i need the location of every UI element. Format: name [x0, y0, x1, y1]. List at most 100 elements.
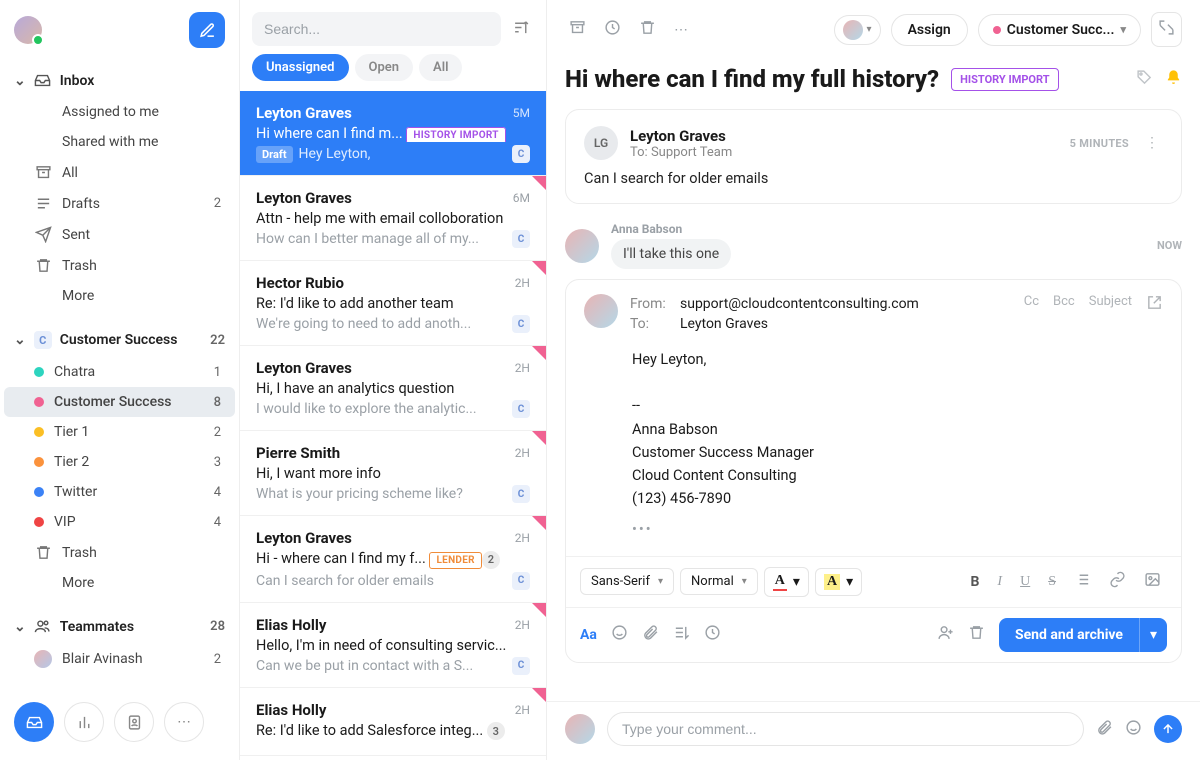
conversation-time: 2H [515, 446, 530, 460]
conversation-subject: Hi - where can I find my f... LENDER2 [256, 550, 530, 569]
schedule-icon[interactable] [704, 624, 721, 645]
trash-icon[interactable] [635, 15, 660, 44]
snooze-icon[interactable] [600, 15, 625, 44]
expand-button[interactable] [1151, 12, 1182, 47]
nav-item-label: Drafts [62, 196, 100, 212]
footer-contacts-button[interactable] [114, 702, 154, 742]
filter-tab[interactable]: Unassigned [252, 54, 349, 81]
search-input[interactable] [252, 12, 501, 46]
highlight-color-picker[interactable]: A▾ [815, 568, 862, 596]
tag-icon[interactable] [1136, 69, 1153, 90]
link-icon[interactable] [1103, 567, 1132, 596]
message-menu-icon[interactable]: ⋮ [1141, 135, 1163, 151]
conversation-sender: Leyton Graves [256, 189, 352, 207]
nav-item[interactable]: Trash [4, 250, 235, 281]
send-and-archive-button[interactable]: Send and archive ▾ [999, 618, 1167, 652]
nav-item[interactable]: All [4, 157, 235, 188]
conversation-item[interactable]: Pierre Smith2H Hi, I want more info What… [240, 431, 546, 516]
nav-item[interactable]: Shared with me [4, 127, 235, 157]
subject-button[interactable]: Subject [1089, 294, 1132, 309]
footer-inbox-button[interactable] [14, 702, 54, 742]
detail-panel: ⋯ ▾ Assign Customer Succ... ▾ Hi where c… [547, 0, 1200, 760]
conversation-time: 2H [515, 276, 530, 290]
nav-header[interactable]: ⌄ Inbox [0, 64, 239, 97]
popout-icon[interactable] [1146, 294, 1163, 315]
compose-to[interactable]: Leyton Graves [680, 316, 768, 332]
archive-icon[interactable] [565, 15, 590, 44]
compose-body[interactable]: Hey Leyton, -- Anna Babson Customer Succ… [566, 340, 1181, 556]
nav-item[interactable]: Drafts 2 [4, 188, 235, 219]
tag-picker[interactable]: Customer Succ... ▾ [978, 14, 1141, 46]
underline-icon[interactable]: U [1014, 570, 1036, 594]
comment-input[interactable] [607, 712, 1084, 746]
attachment-icon[interactable] [642, 624, 659, 645]
filter-tab[interactable]: All [419, 54, 462, 81]
font-weight-select[interactable]: Normal▾ [680, 568, 758, 595]
nav-item[interactable]: Twitter4 [4, 477, 235, 507]
conversation-time: 2H [515, 531, 530, 545]
discard-icon[interactable] [968, 624, 985, 645]
message-body: Can I search for older emails [584, 170, 1163, 187]
image-icon[interactable] [1138, 567, 1167, 596]
archive-icon [34, 164, 52, 181]
nav-item[interactable]: More [4, 281, 235, 311]
nav-item[interactable]: Assigned to me [4, 97, 235, 127]
nav-item[interactable]: More [4, 568, 235, 598]
comment-bar [547, 701, 1200, 760]
nav-item[interactable]: Sent [4, 219, 235, 250]
nav-item[interactable]: VIP4 [4, 507, 235, 537]
message-card: LG Leyton Graves To: Support Team 5 MINU… [565, 109, 1182, 204]
conversation-item[interactable]: Elias Holly2H Hello, I'm in need of cons… [240, 603, 546, 688]
footer-more-button[interactable]: ⋯ [164, 702, 204, 742]
nav-item[interactable]: Trash [4, 537, 235, 568]
note-avatar [565, 229, 599, 263]
cc-button[interactable]: Cc [1024, 294, 1039, 309]
nav-item[interactable]: Tier 23 [4, 447, 235, 477]
italic-icon[interactable]: I [991, 570, 1008, 594]
conversation-item[interactable]: Leyton Graves6M Attn - help me with emai… [240, 176, 546, 261]
bold-icon[interactable]: B [964, 570, 985, 594]
conversation-item[interactable]: Hector Rubio2H Re: I'd like to add anoth… [240, 261, 546, 346]
formatting-toggle-icon[interactable]: Aa [580, 627, 597, 643]
strikethrough-icon[interactable]: S [1042, 570, 1062, 594]
footer-analytics-button[interactable] [64, 702, 104, 742]
nav-header[interactable]: ⌄ C Customer Success 22 [0, 323, 239, 357]
chevron-down-icon: ⌄ [14, 619, 26, 635]
conversation-item[interactable]: Leyton Graves5M Hi where can I find m...… [240, 91, 546, 176]
add-person-icon[interactable] [937, 624, 954, 645]
emoji-icon[interactable] [1125, 719, 1142, 740]
nav-item-label: Blair Avinash [62, 651, 143, 667]
conversation-sender: Leyton Graves [256, 359, 352, 377]
nav-item-label: Tier 1 [54, 424, 89, 440]
quoted-toggle[interactable]: ••• [632, 518, 1115, 541]
message-to: Support Team [651, 145, 732, 160]
nav-header[interactable]: ⌄ Teammates 28 [0, 610, 239, 643]
comment-send-button[interactable] [1154, 715, 1182, 743]
conversation-item[interactable]: Leyton Graves2H Hi, I have an analytics … [240, 346, 546, 431]
user-avatar[interactable] [14, 16, 42, 44]
font-family-select[interactable]: Sans-Serif▾ [580, 568, 674, 595]
compose-button[interactable] [189, 12, 225, 48]
assign-button[interactable]: Assign [891, 14, 968, 46]
nav-item[interactable]: Customer Success8 [4, 387, 235, 417]
more-icon[interactable]: ⋯ [670, 18, 692, 42]
bell-icon[interactable] [1165, 69, 1182, 90]
bcc-button[interactable]: Bcc [1053, 294, 1075, 309]
nav-item[interactable]: Chatra1 [4, 357, 235, 387]
nav-item[interactable]: Blair Avinash 2 [4, 643, 235, 675]
filter-tab[interactable]: Open [355, 54, 414, 81]
color-dot [34, 457, 44, 467]
compose-from[interactable]: support@cloudcontentconsulting.com [680, 296, 919, 312]
conversation-item[interactable]: Leyton Graves2H Hi - where can I find my… [240, 516, 546, 603]
attachment-icon[interactable] [1096, 719, 1113, 740]
sort-button[interactable] [509, 15, 534, 44]
list-icon[interactable] [1068, 567, 1097, 596]
text-color-picker[interactable]: A▾ [764, 567, 809, 597]
conversation-item[interactable]: Elias Holly2H Re: I'd like to add Salesf… [240, 688, 546, 757]
send-options-icon[interactable]: ▾ [1139, 618, 1167, 652]
emoji-icon[interactable] [611, 624, 628, 645]
canned-response-icon[interactable] [673, 624, 690, 645]
conversation-sender: Hector Rubio [256, 274, 344, 292]
nav-item[interactable]: Tier 12 [4, 417, 235, 447]
assignee-picker[interactable]: ▾ [834, 15, 881, 45]
